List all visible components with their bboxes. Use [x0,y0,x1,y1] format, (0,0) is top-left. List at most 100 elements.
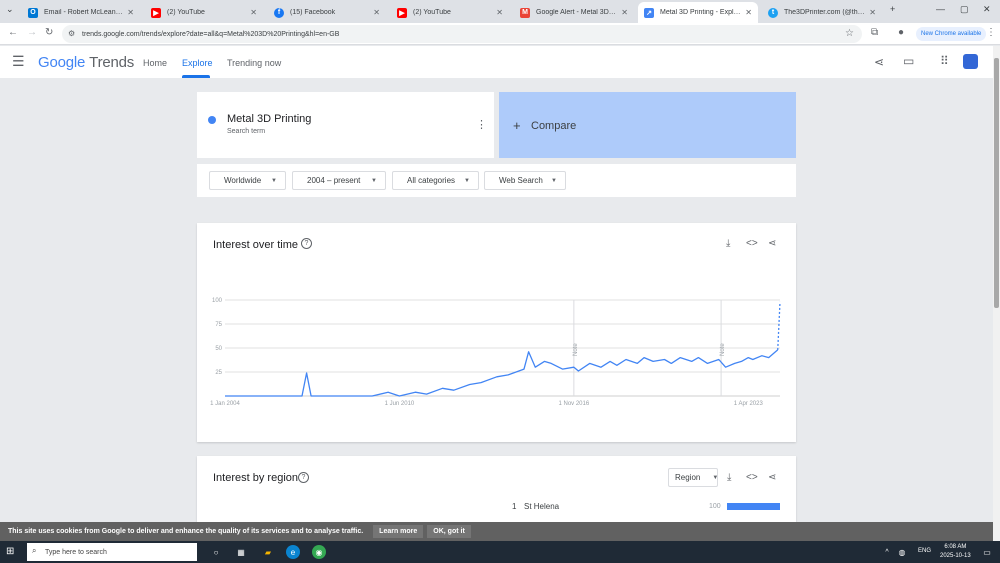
youtube-icon: ▶ [397,7,407,18]
more-options-icon[interactable]: ⋮ [476,118,487,131]
cortana-icon[interactable]: ○ [209,545,223,559]
language-indicator[interactable]: ENG [918,548,931,554]
avatar[interactable] [963,54,978,69]
back-icon[interactable]: ← [8,27,18,38]
dropdown-caret-icon: ▼ [271,177,277,184]
browser-tab[interactable]: ▶ (2) YouTube ✕ [391,2,509,23]
close-icon[interactable]: ✕ [373,8,380,17]
minimize-button[interactable]: — [936,4,945,14]
close-icon[interactable]: ✕ [496,8,503,17]
learn-more-link[interactable]: Learn more [373,525,424,538]
property-filter-value: Web Search [499,176,543,185]
region-name[interactable]: St Helena [524,502,559,511]
reload-icon[interactable]: ↻ [45,27,53,38]
region-value: 100 [709,503,721,510]
embed-icon[interactable]: <> [746,238,758,249]
windows-start-icon[interactable]: ⊞ [6,546,14,557]
browser-tab[interactable]: O Email - Robert McLean - Outlo ✕ [22,2,140,23]
browser-tab[interactable]: ▶ (2) YouTube ✕ [145,2,263,23]
cookie-consent-bar: This site uses cookies from Google to de… [0,522,993,541]
task-view-icon[interactable]: ▦ [234,545,248,559]
chrome-menu-icon[interactable]: ⋮ [986,27,996,38]
site-info-icon[interactable]: ⚙ [68,29,75,38]
interest-over-time-title: Interest over time [213,239,298,251]
interest-over-time-chart: 100 75 50 25 1 Jan 2004 1 Jun 2010 1 Nov 2016 1… [210,298,781,407]
nav-home[interactable]: Home [143,58,167,68]
notifications-icon[interactable]: ▭ [980,545,994,559]
share-icon[interactable]: ⋖ [768,472,776,483]
close-icon[interactable]: ✕ [127,8,134,17]
outlook-icon: O [28,7,38,18]
time-filter[interactable]: 2004 – present ▼ [292,171,386,190]
address-bar[interactable]: ⚙ trends.google.com/trends/explore?date=… [62,25,862,43]
search-term-card[interactable] [197,92,494,158]
google-trends-logo[interactable]: Google Trends [38,54,134,71]
logo-trends: Trends [89,54,135,71]
windows-taskbar: ⊞ ⌕ Type here to search ○ ▦ ▰ e ◉ ^ ◍ EN… [0,541,1000,563]
share-icon[interactable]: ⋖ [874,55,884,69]
trends-icon: ↗ [644,7,654,18]
tab-label: Google Alert - Metal 3D Printi [536,9,617,16]
property-filter[interactable]: Web Search ▼ [484,171,566,190]
note-label: Note [720,343,726,356]
dropdown-caret-icon: ▼ [712,474,719,481]
extensions-icon[interactable]: ⧉ [871,27,878,38]
x-tick-label: 1 Apr 2023 [734,401,764,407]
compare-label[interactable]: Compare [531,120,576,132]
new-tab-button[interactable]: + [890,4,895,14]
scrollbar-thumb[interactable] [994,58,999,308]
chrome-update-button[interactable]: New Chrome available [916,27,987,41]
help-icon[interactable]: ? [301,238,312,249]
tab-search-icon[interactable]: ⌄ [6,4,14,15]
embed-icon[interactable]: <> [746,472,758,483]
tray-chevron-icon[interactable]: ^ [880,545,894,559]
browser-tab-active[interactable]: ↗ Metal 3D Printing - Explore - G ✕ [638,2,758,23]
hamburger-menu-icon[interactable]: ☰ [12,53,25,70]
share-icon[interactable]: ⋖ [768,238,776,249]
region-resolution-select[interactable]: Region ▼ [668,468,718,487]
edge-icon[interactable]: e [286,545,300,559]
taskbar-clock[interactable]: 6:08 AM 2025-10-13 [940,543,971,561]
note-label: Note [573,343,579,356]
update-label: New Chrome available [921,31,982,37]
y-tick-label: 100 [212,298,223,304]
clock-time: 6:08 AM [944,544,967,550]
close-icon[interactable]: ✕ [745,8,752,17]
profile-icon[interactable]: ● [898,27,904,38]
browser-tab[interactable]: f (15) Facebook ✕ [268,2,386,23]
nav-trending-now[interactable]: Trending now [227,58,281,68]
x-tick-label: 1 Nov 2016 [559,401,590,407]
network-icon[interactable]: ◍ [895,545,909,559]
feedback-icon[interactable]: ▭ [903,54,914,68]
apps-grid-icon[interactable]: ⠿ [940,54,949,68]
ok-got-it-button[interactable]: OK, got it [427,525,471,538]
trends-header: ☰ Google Trends Home Explore Trending now… [0,46,993,78]
nav-explore[interactable]: Explore [182,58,213,68]
tab-label: Email - Robert McLean - Outlo [44,9,123,16]
chrome-taskbar-icon[interactable]: ◉ [312,545,326,559]
tab-label: Metal 3D Printing - Explore - G [660,9,742,16]
window-close-button[interactable]: ✕ [983,4,991,15]
file-explorer-icon[interactable]: ▰ [261,545,275,559]
category-filter[interactable]: All categories ▼ [392,171,479,190]
close-icon[interactable]: ✕ [621,8,628,17]
search-term-title[interactable]: Metal 3D Printing [227,113,311,125]
logo-google: Google [38,54,86,71]
download-icon[interactable]: ⤓ [726,238,730,249]
y-tick-label: 50 [215,346,222,352]
browser-tab[interactable]: t The3DPrinter.com (@the3dpri ✕ [762,2,882,23]
close-icon[interactable]: ✕ [250,8,257,17]
maximize-button[interactable]: ▢ [960,4,969,15]
forward-icon[interactable]: → [27,27,37,38]
download-icon[interactable]: ⤓ [727,472,731,483]
browser-tab[interactable]: M Google Alert - Metal 3D Printi ✕ [514,2,634,23]
page-scrollbar[interactable] [993,46,1000,543]
location-filter[interactable]: Worldwide ▼ [209,171,286,190]
bookmark-star-icon[interactable]: ☆ [845,28,854,39]
browser-tab-strip: O Email - Robert McLean - Outlo ✕ ▶ (2) … [0,0,1000,23]
tab-label: The3DPrinter.com (@the3dpri [784,9,866,16]
close-icon[interactable]: ✕ [869,8,876,17]
help-icon[interactable]: ? [298,472,309,483]
url-text: trends.google.com/trends/explore?date=al… [82,30,340,38]
taskbar-search-box[interactable]: ⌕ Type here to search [27,543,197,561]
